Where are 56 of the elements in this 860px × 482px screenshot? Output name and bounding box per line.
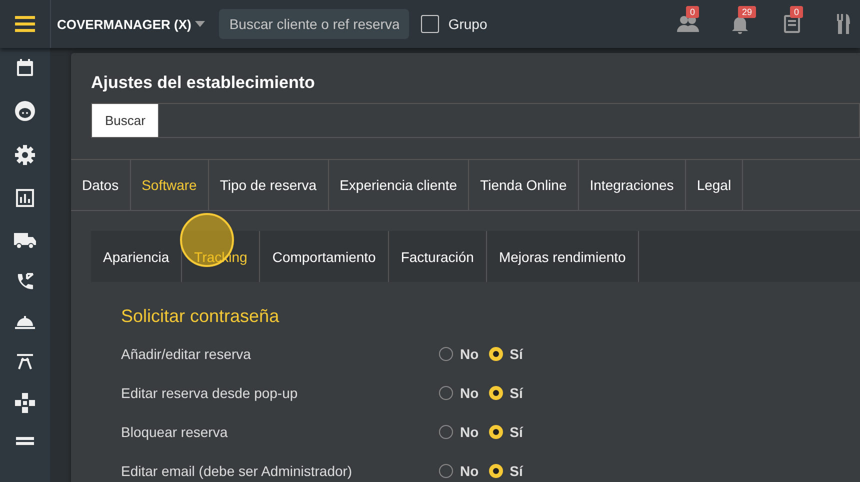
cutlery-icon[interactable]	[836, 13, 852, 35]
radio-option[interactable]: Sí	[488, 346, 523, 362]
chart-icon[interactable]	[15, 188, 35, 208]
radio-option[interactable]: No	[439, 346, 479, 362]
cloche-icon[interactable]	[14, 314, 36, 330]
count-badge: 0	[790, 6, 804, 18]
count-badge: 0	[686, 6, 700, 18]
radio-icon[interactable]	[439, 464, 453, 478]
search-field[interactable]	[159, 103, 860, 138]
radio-option[interactable]: No	[439, 424, 479, 440]
setting-label: Editar email (debe ser Administrador)	[121, 462, 354, 478]
radio-option[interactable]: Sí	[488, 384, 523, 400]
checkbox-label: Grupo	[448, 16, 488, 32]
truck-icon[interactable]	[13, 230, 37, 250]
tab[interactable]: Datos	[71, 160, 131, 210]
radio-icon[interactable]	[488, 464, 503, 478]
caret-icon	[195, 21, 206, 27]
radio-option[interactable]: Sí	[488, 424, 523, 440]
tab[interactable]: Integraciones	[578, 160, 686, 210]
group-checkbox[interactable]	[421, 15, 440, 33]
table-icon[interactable]	[15, 352, 35, 370]
tab[interactable]: Legal	[686, 160, 744, 210]
people-icon[interactable]	[677, 14, 699, 34]
radio-option[interactable]: No	[439, 462, 479, 478]
setting-label: Editar reserva desde pop-up	[121, 384, 299, 400]
search-button[interactable]: Buscar	[91, 103, 160, 138]
phone-icon[interactable]	[15, 272, 35, 292]
settings-icon[interactable]	[14, 144, 36, 166]
subtab[interactable]: Apariencia	[91, 231, 182, 282]
count-badge: 29	[738, 6, 756, 18]
section-title: Solicitar contraseña	[121, 306, 280, 327]
setting-label: Bloquear reserva	[121, 424, 229, 440]
gamepad-icon[interactable]	[14, 392, 36, 414]
subtab[interactable]: Mejoras rendimiento	[486, 231, 639, 282]
radio-icon[interactable]	[439, 346, 453, 360]
radio-icon[interactable]	[439, 424, 453, 438]
venue-dropdown[interactable]: COVERMANAGER (X)	[57, 16, 206, 32]
panel-title: Ajustes del establecimiento	[91, 73, 316, 93]
notes-icon[interactable]	[783, 14, 801, 34]
radio-option[interactable]: Sí	[488, 462, 523, 478]
face-icon[interactable]	[14, 100, 36, 122]
tab[interactable]: Tipo de reserva	[208, 160, 329, 210]
tab[interactable]: Tienda Online	[469, 160, 579, 210]
search-field[interactable]: Buscar cliente o ref reserva	[219, 9, 410, 39]
calendar-icon[interactable]	[15, 58, 35, 78]
radio-option[interactable]: No	[439, 384, 479, 400]
tab[interactable]: Software	[130, 160, 209, 210]
radio-icon[interactable]	[488, 424, 503, 438]
setting-label: Añadir/editar reserva	[121, 346, 252, 362]
radio-icon[interactable]	[439, 386, 453, 400]
menu-icon[interactable]	[15, 15, 35, 33]
radio-icon[interactable]	[488, 346, 503, 360]
subtab[interactable]: Comportamiento	[260, 231, 389, 282]
tab[interactable]: Experiencia cliente	[328, 160, 470, 210]
radio-icon[interactable]	[488, 386, 503, 400]
subtab[interactable]: Facturación	[388, 231, 487, 282]
